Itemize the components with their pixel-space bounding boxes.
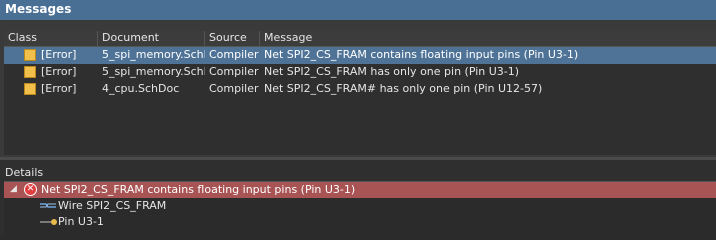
detail-wire-row[interactable]: Wire SPI2_CS_FRAM	[4, 198, 716, 214]
details-tree: ◢ ✕ Net SPI2_CS_FRAM contains floating i…	[4, 181, 716, 237]
table-row[interactable]: [Error] 5_spi_memory.SchDoc Compiler Net…	[4, 47, 716, 64]
row-document: 4_cpu.SchDoc	[102, 82, 180, 95]
row-class: [Error]	[41, 48, 77, 61]
error-class-icon	[24, 66, 36, 78]
collapse-triangle-icon[interactable]: ◢	[10, 182, 17, 197]
error-class-icon	[24, 83, 36, 95]
detail-pin-text: Pin U3-1	[58, 215, 104, 228]
row-class: [Error]	[41, 65, 77, 78]
detail-wire-text: Wire SPI2_CS_FRAM	[58, 199, 167, 212]
column-header-class[interactable]: Class	[4, 31, 98, 46]
messages-table-body: [Error] 5_spi_memory.SchDoc Compiler Net…	[4, 47, 716, 155]
pin-icon	[40, 219, 57, 225]
row-source: Compiler	[209, 48, 259, 61]
error-class-icon	[24, 49, 36, 61]
column-header-source[interactable]: Source	[205, 31, 260, 46]
row-message: Net SPI2_CS_FRAM contains floating input…	[264, 48, 579, 61]
row-class: [Error]	[41, 82, 77, 95]
table-row[interactable]: [Error] 4_cpu.SchDoc Compiler Net SPI2_C…	[4, 81, 716, 98]
error-circle-icon: ✕	[24, 183, 37, 196]
row-message: Net SPI2_CS_FRAM# has only one pin (Pin …	[264, 82, 543, 95]
detail-pin-row[interactable]: Pin U3-1	[4, 214, 716, 230]
row-source: Compiler	[209, 82, 259, 95]
table-row[interactable]: [Error] 5_spi_memory.SchDoc Compiler Net…	[4, 64, 716, 81]
column-header-message[interactable]: Message	[260, 31, 716, 46]
row-document: 5_spi_memory.SchDoc	[102, 65, 205, 78]
detail-error-text: Net SPI2_CS_FRAM contains floating input…	[41, 183, 356, 196]
details-label: Details	[5, 166, 44, 179]
column-header-document[interactable]: Document	[98, 31, 205, 46]
row-message: Net SPI2_CS_FRAM has only one pin (Pin U…	[264, 65, 520, 78]
wire-icon	[40, 203, 56, 208]
row-source: Compiler	[209, 65, 259, 78]
row-document: 5_spi_memory.SchDoc	[102, 48, 205, 61]
detail-error-row[interactable]: ◢ ✕ Net SPI2_CS_FRAM contains floating i…	[4, 182, 716, 198]
messages-panel-title: Messages	[0, 0, 716, 20]
messages-table-header: Class Document Source Message	[4, 31, 716, 47]
